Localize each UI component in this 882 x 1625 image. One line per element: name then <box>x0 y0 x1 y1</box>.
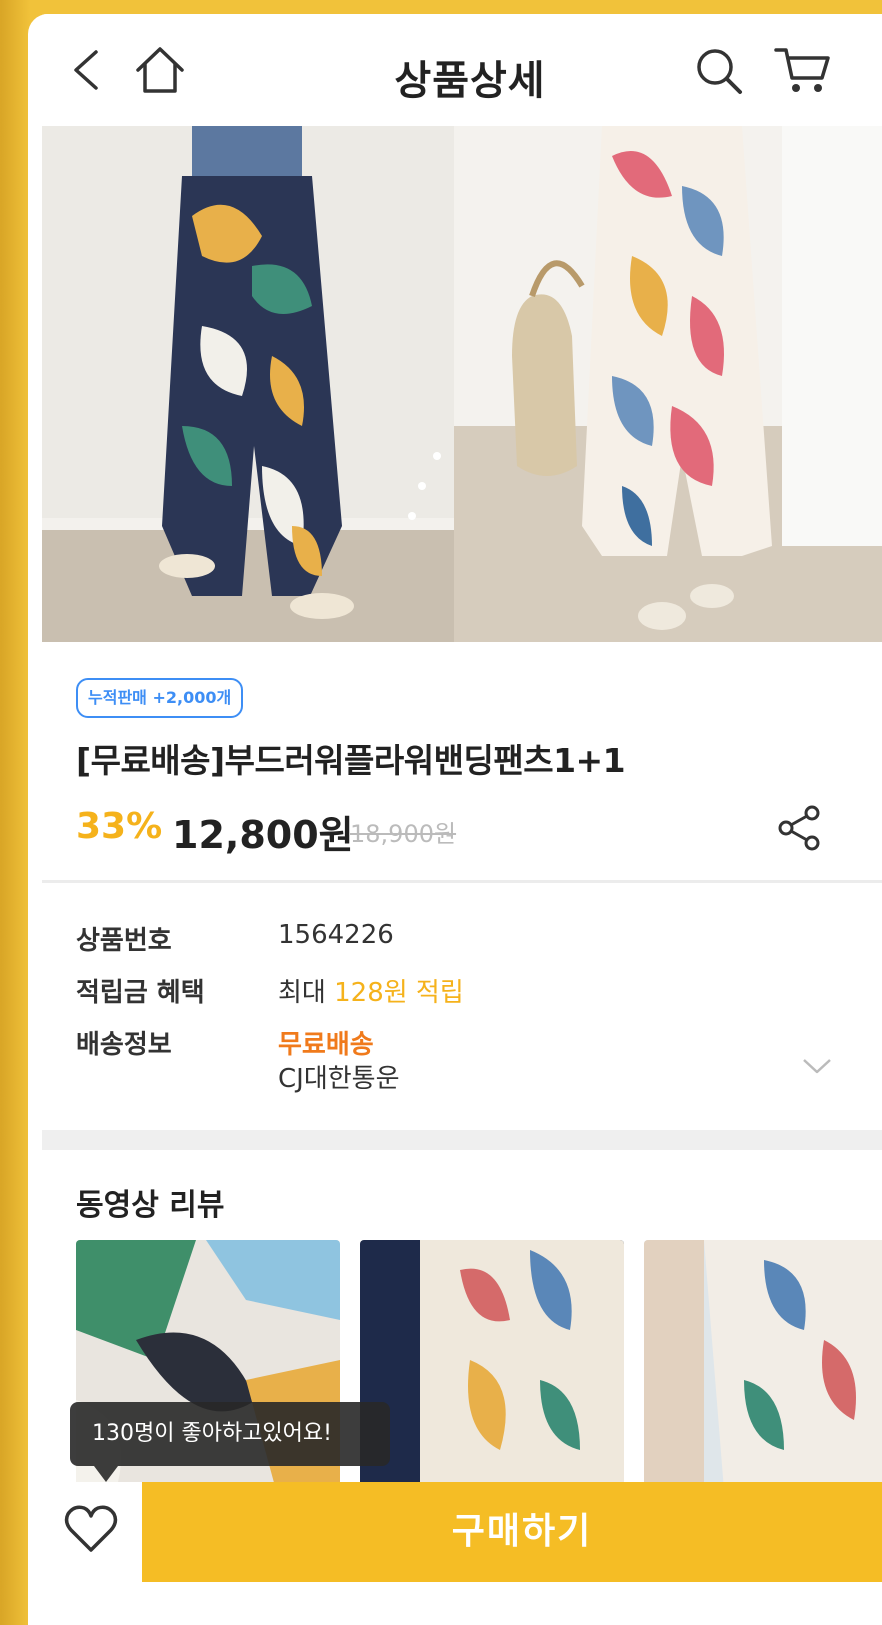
product-detail-screen: 상품상세 누적판매 +2,000개 [무료배송]부드러워플라워밴딩팬츠1+1 3… <box>42 14 882 1625</box>
product-number-value: 1564226 <box>278 920 394 950</box>
video-review-thumb[interactable] <box>644 1240 882 1490</box>
top-bar: 상품상세 <box>42 14 882 126</box>
video-review-thumb[interactable] <box>360 1240 624 1490</box>
search-icon[interactable] <box>694 46 744 96</box>
product-image[interactable] <box>42 126 882 642</box>
heart-icon[interactable] <box>64 1502 118 1556</box>
video-review-title: 동영상 리뷰 <box>76 1188 225 1223</box>
chevron-down-icon[interactable] <box>800 1054 834 1078</box>
phone-frame: 상품상세 누적판매 +2,000개 [무료배송]부드러워플라워밴딩팬츠1+1 3… <box>28 14 882 1625</box>
page-title: 상품상세 <box>394 58 546 104</box>
cart-icon[interactable] <box>774 44 830 98</box>
points-value: 최대 128원 적립 <box>278 972 464 1009</box>
points-label: 적립금 혜택 <box>76 978 205 1008</box>
points-prefix: 최대 <box>278 978 326 1008</box>
section-divider <box>42 1130 882 1150</box>
sales-badge: 누적판매 +2,000개 <box>76 678 244 718</box>
divider <box>42 880 882 883</box>
shipping-label: 배송정보 <box>76 1030 172 1060</box>
points-amount: 128원 적립 <box>334 978 464 1008</box>
shipping-carrier: CJ대한통운 <box>278 1064 400 1094</box>
share-icon[interactable] <box>776 804 824 852</box>
sale-price: 12,800원 <box>172 813 354 857</box>
original-price: 18,900원 <box>350 820 457 848</box>
product-title: [무료배송]부드러워플라워밴딩팬츠1+1 <box>76 741 626 780</box>
discount-rate: 33% <box>76 806 163 847</box>
free-shipping: 무료배송 <box>278 1030 374 1060</box>
bottom-action-bar: 구매하기 <box>42 1482 882 1582</box>
buy-button[interactable]: 구매하기 <box>142 1482 882 1582</box>
likes-tooltip: 130명이 좋아하고있어요! <box>70 1402 390 1482</box>
product-number-label: 상품번호 <box>76 926 172 956</box>
